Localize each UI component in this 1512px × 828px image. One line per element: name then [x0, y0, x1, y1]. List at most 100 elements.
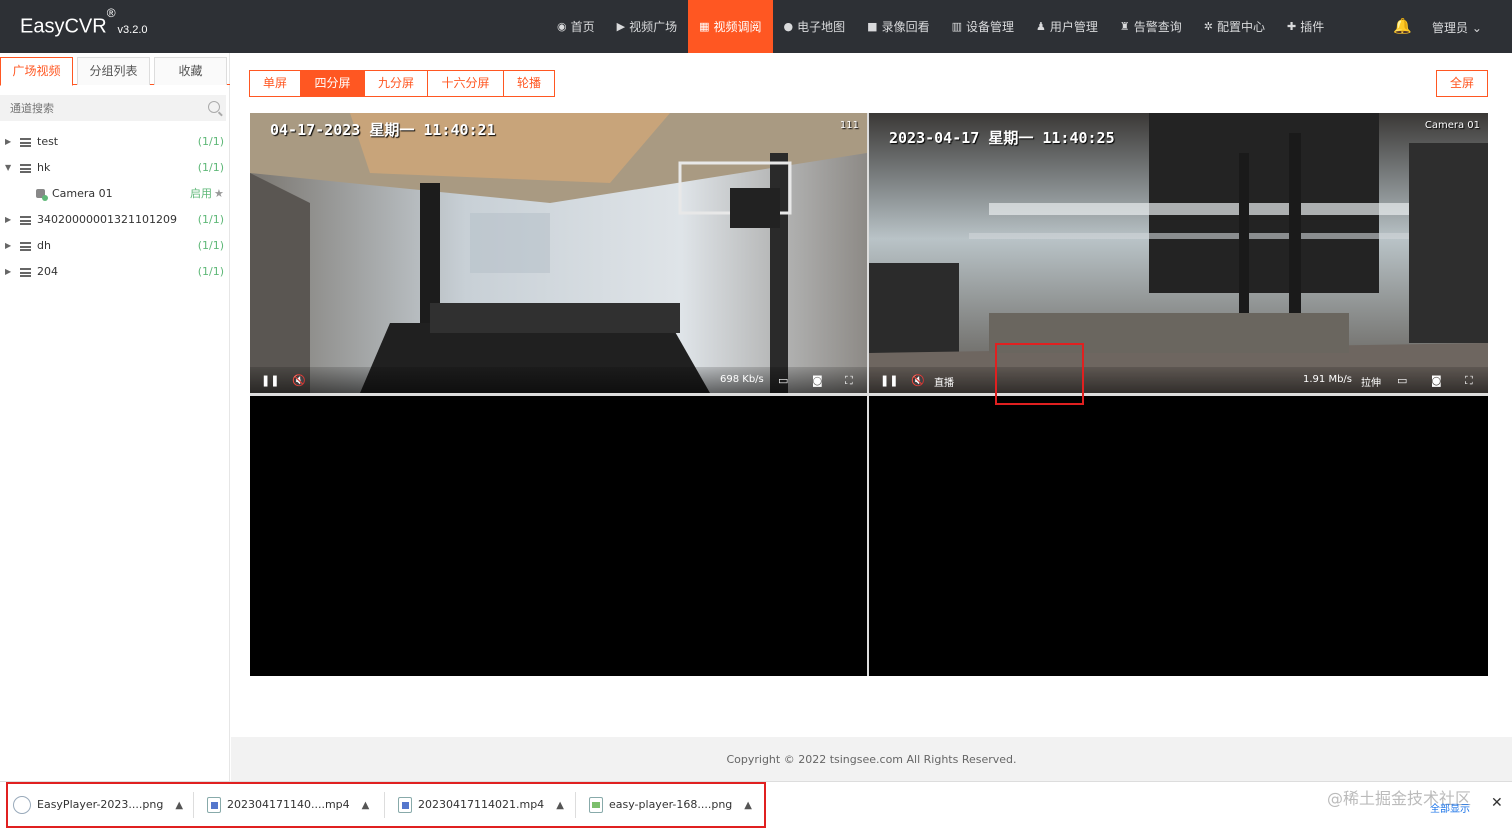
split-nine-button[interactable]: 九分屏 — [364, 70, 428, 97]
tab-favorites[interactable]: 收藏 — [154, 57, 227, 85]
channel-label: Camera 01 — [1424, 120, 1480, 131]
star-icon[interactable]: ★ — [214, 181, 224, 207]
pause-icon[interactable]: ❚❚ — [880, 374, 898, 387]
video-pane-1[interactable]: 04-17-2023 星期一 11:40:21 111 ❚❚ 🔇 698 Kb/… — [250, 113, 867, 393]
tree-node-dh[interactable]: ▶ dh (1/1) — [0, 233, 230, 259]
puzzle-icon: ✚ — [1287, 20, 1297, 33]
close-icon[interactable]: ✕ — [1491, 795, 1503, 811]
nav-item-home[interactable]: ◉ 首页 — [546, 0, 606, 53]
nav-item-devices[interactable]: ▥ 设备管理 — [941, 0, 1025, 53]
video-pane-2[interactable]: 2023-04-17 星期一 11:40:25 Camera 01 ❚❚ 🔇 直… — [869, 113, 1488, 393]
image-file-icon — [13, 796, 31, 814]
chevron-up-icon[interactable]: ▲ — [556, 792, 564, 820]
split-toolbar: 单屏 四分屏 九分屏 十六分屏 轮播 — [249, 70, 555, 97]
device-icon: ▥ — [951, 20, 962, 33]
user-menu[interactable]: 管理员 ⌄ — [1432, 19, 1482, 36]
player-controls: ❚❚ 🔇 直播 1.91 Mb/s 拉伸 ▭ ◙ ⛶ — [869, 367, 1488, 393]
device-icon — [20, 268, 31, 277]
caret-right-icon[interactable]: ▶ — [5, 129, 11, 155]
player-controls: ❚❚ 🔇 698 Kb/s ▭ ◙ ⛶ — [250, 367, 867, 393]
split-single-button[interactable]: 单屏 — [249, 70, 301, 97]
video-file-icon — [398, 797, 412, 813]
chevron-up-icon[interactable]: ▲ — [744, 792, 752, 820]
download-item[interactable]: 2023041711​40....mp4 ▲ — [207, 791, 369, 819]
carousel-button[interactable]: 轮播 — [503, 70, 555, 97]
nav-item-plugins[interactable]: ✚ 插件 — [1276, 0, 1335, 53]
mute-icon[interactable]: 🔇 — [292, 374, 306, 387]
pause-icon[interactable]: ❚❚ — [261, 374, 279, 387]
bell-icon[interactable]: 🔔 — [1393, 17, 1412, 35]
nav-item-video-view[interactable]: ▦ 视频调阅 — [688, 0, 773, 53]
camera-feed-image — [250, 113, 867, 393]
record-icon[interactable]: ▭ — [1397, 374, 1407, 387]
video-pane-3[interactable] — [250, 396, 867, 676]
camera-feed-image — [869, 113, 1488, 393]
copyright: Copyright © 2022 tsingsee.com All Rights… — [726, 753, 1017, 766]
record-icon[interactable]: ▭ — [778, 374, 788, 387]
nav-item-video-square[interactable]: ▶ 视频广场 — [606, 0, 688, 53]
tree-node-hk[interactable]: ▼ hk (1/1) — [0, 155, 230, 181]
tree-node-camera-01[interactable]: Camera 01 启用 ★ — [0, 181, 230, 207]
caret-right-icon[interactable]: ▶ — [5, 207, 11, 233]
map-pin-icon: ● — [783, 20, 794, 33]
top-navbar: EasyCVR®v3.2.0 ◉ 首页 ▶ 视频广场 ▦ 视频调阅 ● 电子地图 ■ 录像… — [0, 0, 1512, 53]
app-logo[interactable]: EasyCVR®v3.2.0 — [20, 6, 148, 39]
tab-group-list[interactable]: 分组列表 — [77, 57, 150, 85]
main-nav: ◉ 首页 ▶ 视频广场 ▦ 视频调阅 ● 电子地图 ■ 录像回看 ▥ 设备管理 ♟ 用户管理 … — [546, 0, 1335, 53]
user-icon: ♟ — [1036, 20, 1046, 33]
fullscreen-icon[interactable]: ⛶ — [1465, 374, 1473, 388]
caret-right-icon[interactable]: ▶ — [5, 259, 11, 285]
channel-sidebar: 广场视频 分组列表 收藏 ▶ test (1/1) ▼ hk (1/1) Cam… — [0, 53, 230, 781]
search-icon[interactable] — [208, 101, 220, 113]
alarm-icon: ♜ — [1119, 20, 1130, 33]
split-four-button[interactable]: 四分屏 — [300, 70, 365, 97]
chevron-up-icon[interactable]: ▲ — [175, 792, 183, 820]
bitrate-readout: 1.91 Mb/s — [1303, 374, 1352, 385]
tree-node-test[interactable]: ▶ test (1/1) — [0, 129, 230, 155]
sidebar-tabs: 广场视频 分组列表 收藏 — [0, 57, 230, 86]
bitrate-readout: 698 Kb/s — [720, 374, 764, 385]
download-item[interactable]: 20230417114021.mp4 ▲ — [398, 791, 564, 819]
fullscreen-icon[interactable]: ⛶ — [845, 374, 853, 388]
video-panel: 单屏 四分屏 九分屏 十六分屏 轮播 全屏 04-17-2023 星期一 11:… — [231, 53, 1512, 737]
play-circle-icon: ▶ — [616, 20, 626, 33]
dashboard-icon: ◉ — [557, 20, 567, 33]
snapshot-icon[interactable]: ◙ — [812, 374, 823, 387]
download-bar: EasyPlayer-2023....png ▲ 2023041711​40...… — [0, 781, 1512, 828]
live-label: 直播 — [934, 378, 954, 389]
channel-label: 111 — [839, 120, 859, 131]
channel-search — [0, 95, 226, 121]
stretch-toggle[interactable]: 拉伸 — [1361, 374, 1381, 389]
chevron-up-icon[interactable]: ▲ — [362, 792, 370, 820]
show-all-downloads-link[interactable]: 全部显示 — [1430, 800, 1470, 815]
divider — [384, 792, 385, 818]
caret-down-icon[interactable]: ▼ — [5, 155, 11, 181]
nav-item-emap[interactable]: ● 电子地图 — [773, 0, 857, 53]
highlight-box — [995, 343, 1084, 405]
tree-node-204[interactable]: ▶ 204 (1/1) — [0, 259, 230, 285]
video-grid-icon: ▦ — [699, 20, 710, 33]
fullscreen-button[interactable]: 全屏 — [1436, 70, 1488, 97]
mute-icon[interactable]: 🔇 — [911, 374, 925, 387]
video-pane-4[interactable] — [869, 396, 1488, 676]
nav-item-users[interactable]: ♟ 用户管理 — [1025, 0, 1109, 53]
caret-right-icon[interactable]: ▶ — [5, 233, 11, 259]
tab-square-video[interactable]: 广场视频 — [0, 57, 73, 86]
channel-tree: ▶ test (1/1) ▼ hk (1/1) Camera 01 启用 ★ ▶… — [0, 129, 230, 285]
nav-item-alarms[interactable]: ♜ 告警查询 — [1109, 0, 1193, 53]
divider — [193, 792, 194, 818]
divider — [575, 792, 576, 818]
tree-node-34020000001321101209[interactable]: ▶ 34020000001321101209 (1/1) — [0, 207, 230, 233]
status-badge: 启用 — [190, 187, 212, 200]
download-item[interactable]: EasyPlayer-2023....png ▲ — [13, 791, 183, 819]
snapshot-icon[interactable]: ◙ — [1431, 374, 1442, 387]
download-item[interactable]: easy-player-168....png ▲ — [589, 791, 752, 819]
device-icon — [20, 164, 31, 173]
video-camera-icon: ■ — [867, 20, 878, 33]
device-icon — [20, 216, 31, 225]
device-icon — [20, 138, 31, 147]
channel-search-input[interactable] — [0, 95, 226, 121]
nav-item-config[interactable]: ✲ 配置中心 — [1193, 0, 1276, 53]
nav-item-playback[interactable]: ■ 录像回看 — [856, 0, 940, 53]
split-sixteen-button[interactable]: 十六分屏 — [427, 70, 504, 97]
